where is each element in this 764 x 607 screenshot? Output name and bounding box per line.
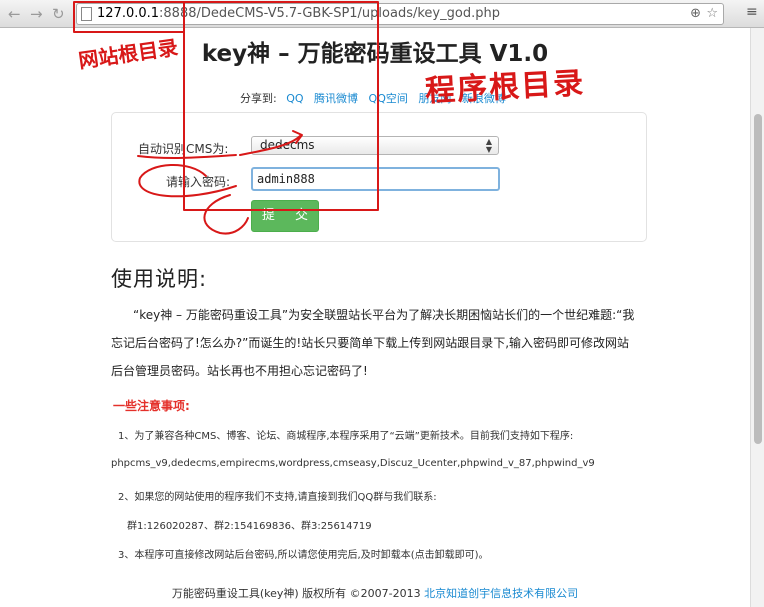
- page-scrollbar[interactable]: [750, 28, 764, 607]
- footer: 万能密码重设工具(key神) 版权所有 ©2007-2013 北京知道创宇信息技…: [0, 585, 750, 601]
- url-path: /DedeCMS-V5.7-GBK-SP1/uploads/key_god.ph…: [196, 6, 500, 21]
- password-input[interactable]: admin888: [251, 167, 500, 191]
- annotation-program-root: 程序根目录: [424, 65, 586, 110]
- url-host: 127.0.0.1: [97, 6, 160, 21]
- page-icon: [81, 7, 92, 21]
- supported-cms-list: phpcms_v9,dedecms,empirecms,wordpress,cm…: [111, 458, 595, 469]
- usage-heading: 使用说明:: [111, 267, 208, 291]
- password-label: 请输入密码:: [166, 175, 231, 189]
- browser-toolbar: ← → ↻ 127.0.0.1:8888/DedeCMS-V5.7-GBK-SP…: [0, 0, 764, 28]
- cms-select-value: dedecms: [260, 138, 315, 152]
- star-icon[interactable]: ☆: [706, 4, 718, 24]
- cms-select[interactable]: dedecms ▲ ▼: [251, 136, 499, 155]
- reload-icon[interactable]: ↻: [52, 5, 65, 23]
- notice-item-1: 1、为了兼容各种CMS、博客、论坛、商城程序,本程序采用了“云端”更新技术。目前…: [118, 431, 574, 442]
- share-link-tencent-weibo[interactable]: 腾讯微博: [314, 92, 358, 105]
- arrow-left-icon[interactable]: ←: [8, 5, 21, 23]
- address-bar[interactable]: 127.0.0.1:8888/DedeCMS-V5.7-GBK-SP1/uplo…: [76, 3, 724, 25]
- cms-label: 自动识别CMS为:: [138, 142, 229, 156]
- notice-item-3: 3、本程序可直接修改网站后台密码,所以请您使用完后,及时卸载本(点击卸载即可)。: [118, 550, 489, 561]
- url-port: :8888: [159, 6, 197, 21]
- url-text[interactable]: 127.0.0.1:8888/DedeCMS-V5.7-GBK-SP1/uplo…: [97, 4, 500, 24]
- magnifier-icon[interactable]: ⊕: [690, 4, 701, 24]
- share-label: 分享到:: [240, 92, 277, 105]
- footer-company-link[interactable]: 北京知道创宇信息技术有限公司: [424, 587, 578, 600]
- submit-button[interactable]: 提 交: [251, 200, 319, 232]
- intro-paragraph: “key神 – 万能密码重设工具”为安全联盟站长平台为了解决长期困恼站长们的一个…: [111, 308, 635, 378]
- footer-copyright: 万能密码重设工具(key神) 版权所有 ©2007-2013: [171, 587, 425, 600]
- scrollbar-thumb[interactable]: [754, 114, 762, 444]
- menu-icon[interactable]: ≡: [746, 4, 758, 20]
- arrow-right-icon[interactable]: →: [30, 5, 43, 23]
- notice-heading: 一些注意事项:: [113, 399, 190, 413]
- share-link-qzone[interactable]: QQ空间: [369, 92, 408, 105]
- notice-item-2: 2、如果您的网站使用的程序我们不支持,请直接到我们QQ群与我们联系:: [118, 492, 437, 503]
- select-arrows-icon: ▲ ▼: [485, 137, 492, 154]
- reset-form: 自动识别CMS为: dedecms ▲ ▼ 请输入密码: admin888 提 交: [111, 112, 647, 242]
- share-link-qq[interactable]: QQ: [286, 92, 303, 105]
- qq-groups: 群1:126020287、群2:154169836、群3:25614719: [127, 521, 372, 532]
